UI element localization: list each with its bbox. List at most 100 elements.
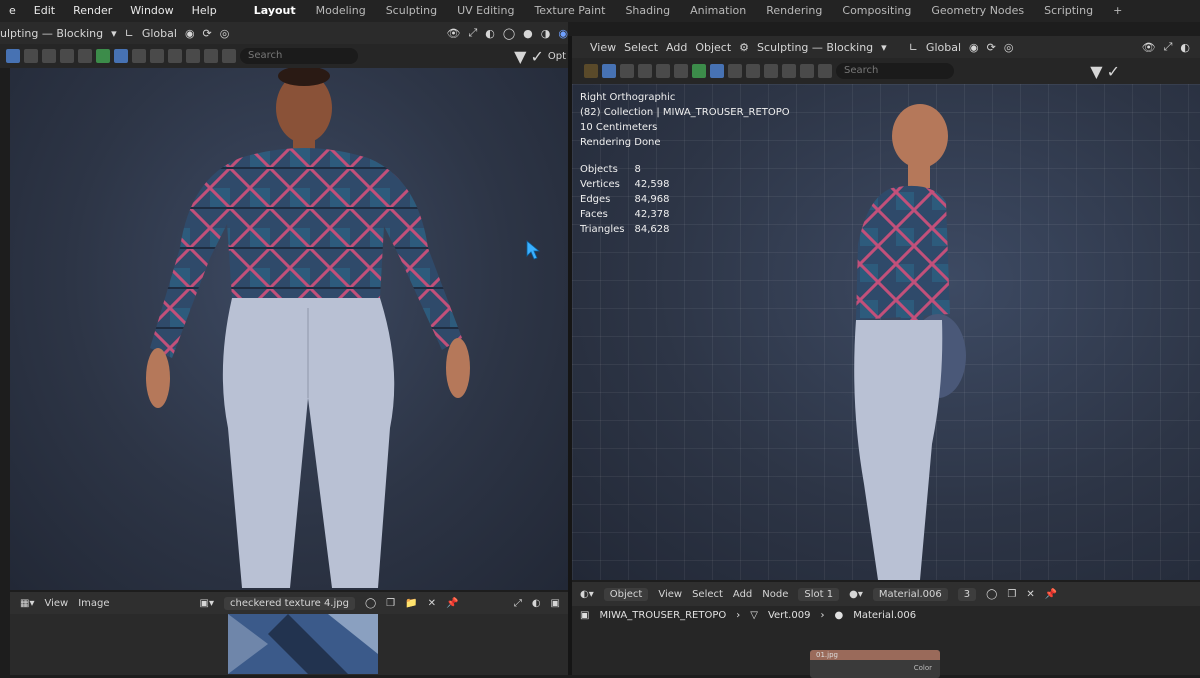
object-type-icon[interactable] xyxy=(692,64,706,78)
open-image-icon[interactable]: 📁 xyxy=(405,598,417,609)
tab-rendering[interactable]: Rendering xyxy=(756,0,832,22)
proportional-edit-icon[interactable]: ◎ xyxy=(1004,41,1014,54)
chevron-down-icon[interactable]: ▾ xyxy=(111,27,117,40)
filter-extra-icon[interactable] xyxy=(800,64,814,78)
object-type-icon[interactable] xyxy=(96,49,110,63)
right-3d-viewport[interactable]: Right Orthographic (82) Collection | MIW… xyxy=(572,84,1200,580)
material-browse-icon[interactable]: ●▾ xyxy=(849,589,863,600)
left-mode-dropdown[interactable]: ulpting — Blocking xyxy=(0,27,103,40)
tab-modeling[interactable]: Modeling xyxy=(306,0,376,22)
shader-object-dropdown[interactable]: Object xyxy=(603,587,649,601)
editor-type-icon[interactable]: ▦▾ xyxy=(20,598,34,609)
editor-type-icon[interactable]: ◐▾ xyxy=(580,589,594,600)
left-search-input[interactable]: Search xyxy=(240,48,358,64)
left-transform-dropdown[interactable]: Global xyxy=(142,27,177,40)
select-invert-icon[interactable] xyxy=(60,49,74,63)
filter-camera-icon[interactable] xyxy=(746,64,760,78)
pivot-icon[interactable]: ◉ xyxy=(185,27,195,40)
tab-shading[interactable]: Shading xyxy=(615,0,680,22)
node-menu-view[interactable]: View xyxy=(658,589,682,600)
filter-more-icon[interactable] xyxy=(818,64,832,78)
pivot-icon[interactable]: ◉ xyxy=(969,41,979,54)
left-options-label[interactable]: Opt xyxy=(548,51,568,62)
image-texture-node[interactable]: 01.jpg Color xyxy=(810,650,940,678)
snap-icon[interactable]: ⟳ xyxy=(203,27,212,40)
duplicate-icon[interactable]: ❐ xyxy=(1007,589,1016,600)
shading-solid-icon[interactable]: ● xyxy=(523,27,533,40)
menu-edit[interactable]: Edit xyxy=(25,0,64,22)
filter-mesh-icon[interactable] xyxy=(114,49,128,63)
select-extend-icon[interactable] xyxy=(24,49,38,63)
node-menu-add[interactable]: Add xyxy=(733,589,752,600)
filter-empty-icon[interactable] xyxy=(168,49,182,63)
visibility-icon[interactable]: 👁 xyxy=(446,27,460,40)
right-menu-add[interactable]: Add xyxy=(666,41,687,54)
gizmo-icon[interactable]: ⤢ xyxy=(1164,40,1173,54)
filter-mesh-icon[interactable] xyxy=(710,64,724,78)
select-invert-icon[interactable] xyxy=(656,64,670,78)
close-icon[interactable]: ✕ xyxy=(1026,589,1034,600)
tab-animation[interactable]: Animation xyxy=(680,0,756,22)
material-slot-dropdown[interactable]: Slot 1 xyxy=(798,587,840,601)
node-menu-node[interactable]: Node xyxy=(762,589,788,600)
fake-user-icon[interactable]: ◯ xyxy=(365,598,376,609)
tab-uv-editing[interactable]: UV Editing xyxy=(447,0,524,22)
shading-rendered-icon[interactable]: ◉ xyxy=(558,27,568,40)
new-image-icon[interactable]: ❐ xyxy=(386,598,395,609)
filter-extra-icon[interactable] xyxy=(204,49,218,63)
pin-icon[interactable]: 📌 xyxy=(1045,589,1057,600)
fake-user-icon[interactable]: ◯ xyxy=(986,589,997,600)
tab-geometry-nodes[interactable]: Geometry Nodes xyxy=(921,0,1034,22)
check-icon[interactable]: ✓ xyxy=(1107,62,1200,81)
shading-material-icon[interactable]: ◑ xyxy=(541,27,551,40)
filter-more-icon[interactable] xyxy=(222,49,236,63)
menu-help[interactable]: Help xyxy=(183,0,226,22)
close-icon[interactable]: ✕ xyxy=(428,598,436,609)
proportional-edit-icon[interactable]: ◎ xyxy=(220,27,230,40)
right-menu-view[interactable]: View xyxy=(590,41,616,54)
node-menu-select[interactable]: Select xyxy=(692,589,723,600)
menu-render[interactable]: Render xyxy=(64,0,121,22)
play-icon[interactable] xyxy=(584,64,598,78)
right-menu-object[interactable]: Object xyxy=(695,41,731,54)
image-menu-image[interactable]: Image xyxy=(78,598,109,609)
gizmo-icon[interactable]: ⤢ xyxy=(514,598,522,609)
select-box-icon[interactable] xyxy=(6,49,20,63)
overlay-icon[interactable]: ◐ xyxy=(532,598,541,609)
filter-other-icon[interactable] xyxy=(186,49,200,63)
menu-file[interactable]: e xyxy=(0,0,25,22)
tab-texture-paint[interactable]: Texture Paint xyxy=(524,0,615,22)
image-name-field[interactable]: checkered texture 4.jpg xyxy=(224,596,355,610)
right-menu-select[interactable]: Select xyxy=(624,41,658,54)
overlay-icon[interactable]: ◐ xyxy=(1180,41,1200,54)
select-extend-icon[interactable] xyxy=(620,64,634,78)
menu-window[interactable]: Window xyxy=(121,0,182,22)
tab-sculpting[interactable]: Sculpting xyxy=(376,0,447,22)
select-intersect-icon[interactable] xyxy=(78,49,92,63)
filter-light-icon[interactable] xyxy=(728,64,742,78)
material-name-field[interactable]: Material.006 xyxy=(872,587,948,601)
filter-light-icon[interactable] xyxy=(132,49,146,63)
gizmo-icon[interactable]: ⤢ xyxy=(468,26,477,40)
funnel-icon[interactable]: ▼ xyxy=(1090,62,1102,81)
tab-compositing[interactable]: Compositing xyxy=(832,0,921,22)
overlay-icon[interactable]: ◐ xyxy=(485,27,495,40)
node-output-color[interactable]: Color xyxy=(914,664,932,672)
pin-icon[interactable]: 📌 xyxy=(446,598,458,609)
select-subtract-icon[interactable] xyxy=(638,64,652,78)
funnel-icon[interactable]: ▼ xyxy=(514,47,526,66)
add-workspace-button[interactable]: + xyxy=(1103,0,1132,22)
left-3d-viewport[interactable] xyxy=(10,68,568,590)
select-box-icon[interactable] xyxy=(602,64,616,78)
image-menu-view[interactable]: View xyxy=(44,598,68,609)
check-icon[interactable]: ✓ xyxy=(530,47,543,66)
filter-camera-icon[interactable] xyxy=(150,49,164,63)
filter-other-icon[interactable] xyxy=(782,64,796,78)
material-users-count[interactable]: 3 xyxy=(957,587,977,601)
filter-empty-icon[interactable] xyxy=(764,64,778,78)
tab-layout[interactable]: Layout xyxy=(244,0,306,22)
right-search-input[interactable]: Search xyxy=(836,63,954,79)
display-channels-icon[interactable]: ▣ xyxy=(551,598,568,609)
select-subtract-icon[interactable] xyxy=(42,49,56,63)
right-mode-dropdown[interactable]: Sculpting — Blocking xyxy=(757,41,873,54)
